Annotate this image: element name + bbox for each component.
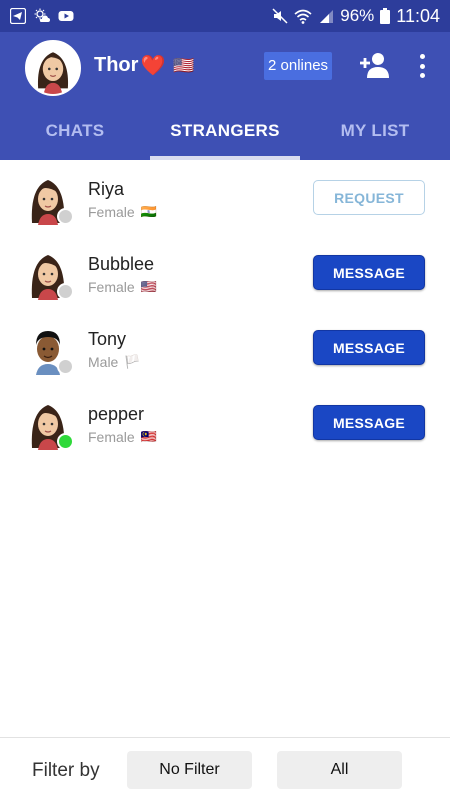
- more-options-icon[interactable]: [414, 52, 430, 80]
- country-flag-icon: 🏳️: [124, 354, 141, 369]
- app-header: Thor ❤️ 🇺🇸 2 onlines CHATS STRANGERS MY …: [0, 32, 450, 160]
- user-name: pepper: [88, 404, 145, 424]
- tab-strangers[interactable]: STRANGERS: [150, 112, 300, 160]
- battery-icon: [380, 8, 391, 24]
- country-flag-icon: 🇺🇸: [173, 55, 195, 75]
- heart-icon: ❤️: [140, 55, 166, 77]
- weather-icon: [34, 8, 50, 22]
- strangers-list: Riya Female 🇮🇳 REQUEST Bubblee Female 🇺🇸…: [0, 160, 450, 460]
- user-name: Tony: [88, 329, 127, 349]
- gender-filter-button[interactable]: No Filter: [127, 751, 252, 789]
- profile-name[interactable]: Thor ❤️ 🇺🇸: [94, 53, 195, 78]
- tab-bar: CHATS STRANGERS MY LIST: [0, 112, 450, 160]
- message-button[interactable]: MESSAGE: [313, 255, 425, 290]
- list-item[interactable]: Riya Female 🇮🇳 REQUEST: [0, 160, 450, 235]
- user-info: Male 🏳️: [88, 354, 141, 370]
- mute-icon: [272, 8, 288, 24]
- battery-percent: 96%: [340, 6, 375, 25]
- country-flag-icon: 🇺🇸: [140, 279, 157, 294]
- list-item[interactable]: Bubblee Female 🇺🇸 MESSAGE: [0, 235, 450, 310]
- country-flag-icon: 🇮🇳: [140, 204, 157, 219]
- signal-icon: [320, 10, 334, 23]
- request-button[interactable]: REQUEST: [313, 180, 425, 215]
- female-avatar-icon: [27, 42, 79, 94]
- user-info: Female 🇺🇸: [88, 279, 157, 295]
- country-filter-button[interactable]: All: [277, 751, 402, 789]
- user-info: Female 🇲🇾: [88, 429, 157, 445]
- telegram-icon: [10, 8, 26, 24]
- message-button[interactable]: MESSAGE: [313, 405, 425, 440]
- list-item[interactable]: Tony Male 🏳️ MESSAGE: [0, 310, 450, 385]
- filter-label: Filter by: [32, 760, 100, 781]
- status-bar: 96% 11:04: [0, 0, 450, 32]
- profile-avatar[interactable]: [25, 40, 81, 96]
- online-status-dot: [57, 433, 74, 450]
- clock: 11:04: [396, 5, 440, 26]
- offline-status-dot: [57, 208, 74, 225]
- filter-bar: Filter by No Filter All: [0, 737, 450, 800]
- tab-my-list[interactable]: MY LIST: [300, 112, 450, 160]
- wifi-icon: [294, 9, 312, 24]
- message-button[interactable]: MESSAGE: [313, 330, 425, 365]
- offline-status-dot: [57, 283, 74, 300]
- add-user-icon[interactable]: [358, 50, 392, 80]
- list-item[interactable]: pepper Female 🇲🇾 MESSAGE: [0, 385, 450, 460]
- offline-status-dot: [57, 358, 74, 375]
- user-info: Female 🇮🇳: [88, 204, 157, 220]
- country-flag-icon: 🇲🇾: [140, 429, 157, 444]
- youtube-icon: [58, 11, 74, 21]
- user-name: Bubblee: [88, 254, 155, 274]
- tab-chats[interactable]: CHATS: [0, 112, 150, 160]
- user-name: Riya: [88, 179, 125, 199]
- online-count-badge[interactable]: 2 onlines: [264, 52, 333, 80]
